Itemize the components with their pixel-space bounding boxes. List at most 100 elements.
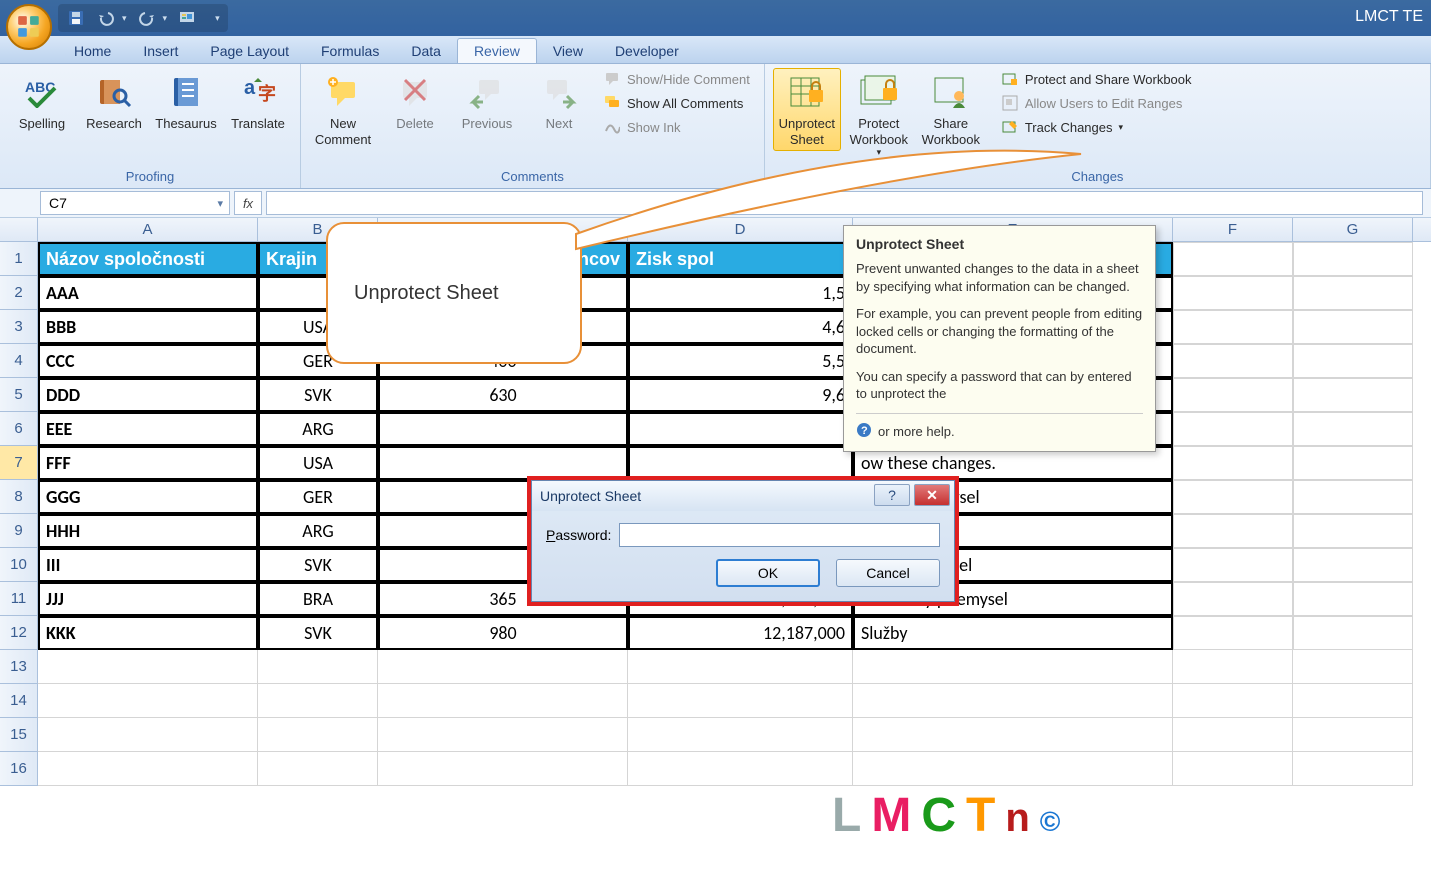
- row-header[interactable]: 8: [0, 480, 38, 514]
- row-header[interactable]: 6: [0, 412, 38, 446]
- qat-item-icon[interactable]: [177, 8, 197, 28]
- cell[interactable]: [1293, 548, 1413, 582]
- cell[interactable]: [1173, 310, 1293, 344]
- cell[interactable]: [628, 650, 853, 684]
- tab-home[interactable]: Home: [58, 39, 127, 63]
- cell[interactable]: [378, 752, 628, 786]
- show-hide-comment-button[interactable]: Show/Hide Comment: [597, 68, 756, 90]
- cell[interactable]: CCC: [38, 344, 258, 378]
- row-header[interactable]: 3: [0, 310, 38, 344]
- cell[interactable]: 5,5: [628, 344, 853, 378]
- col-header-G[interactable]: G: [1293, 218, 1413, 241]
- row-header[interactable]: 1: [0, 242, 38, 276]
- tab-page-layout[interactable]: Page Layout: [194, 39, 305, 63]
- cell[interactable]: 4,6: [628, 310, 853, 344]
- cell[interactable]: BRA: [258, 582, 378, 616]
- cell[interactable]: [628, 752, 853, 786]
- cell[interactable]: SVK: [258, 548, 378, 582]
- cell[interactable]: 1,5: [628, 276, 853, 310]
- cell[interactable]: [258, 752, 378, 786]
- col-header-F[interactable]: F: [1173, 218, 1293, 241]
- tab-insert[interactable]: Insert: [127, 39, 194, 63]
- header-cell[interactable]: Názov spoločnosti: [38, 242, 258, 276]
- tab-data[interactable]: Data: [395, 39, 457, 63]
- cell[interactable]: [38, 752, 258, 786]
- name-box[interactable]: C7: [40, 191, 230, 215]
- cancel-button[interactable]: Cancel: [836, 559, 940, 587]
- thesaurus-button[interactable]: Thesaurus: [152, 68, 220, 136]
- row-header[interactable]: 4: [0, 344, 38, 378]
- tab-view[interactable]: View: [537, 39, 599, 63]
- previous-comment-button[interactable]: Previous: [453, 68, 521, 136]
- cell[interactable]: [1293, 446, 1413, 480]
- cell[interactable]: 9,6: [628, 378, 853, 412]
- cell[interactable]: [1173, 582, 1293, 616]
- cell[interactable]: [1173, 446, 1293, 480]
- cell[interactable]: [1173, 684, 1293, 718]
- cell[interactable]: [1293, 412, 1413, 446]
- cell[interactable]: [1293, 752, 1413, 786]
- tab-review[interactable]: Review: [457, 38, 537, 63]
- cell[interactable]: JJJ: [38, 582, 258, 616]
- row-header[interactable]: 11: [0, 582, 38, 616]
- cell[interactable]: [1293, 242, 1413, 276]
- row-header[interactable]: 5: [0, 378, 38, 412]
- cell[interactable]: 12,187,000: [628, 616, 853, 650]
- cell[interactable]: [628, 412, 853, 446]
- cell[interactable]: [1293, 718, 1413, 752]
- spelling-button[interactable]: ABC Spelling: [8, 68, 76, 136]
- cell[interactable]: [1293, 344, 1413, 378]
- track-changes-button[interactable]: Track Changes ▾: [995, 116, 1198, 138]
- row-header[interactable]: 7: [0, 446, 38, 480]
- cell[interactable]: EEE: [38, 412, 258, 446]
- cell[interactable]: [378, 412, 628, 446]
- cell[interactable]: SVK: [258, 616, 378, 650]
- cell[interactable]: [1173, 548, 1293, 582]
- translate-button[interactable]: a字 Translate: [224, 68, 292, 136]
- cell[interactable]: [378, 684, 628, 718]
- cell[interactable]: [1173, 616, 1293, 650]
- undo-icon[interactable]: [96, 8, 116, 28]
- tab-formulas[interactable]: Formulas: [305, 39, 395, 63]
- cell[interactable]: [1173, 480, 1293, 514]
- unprotect-sheet-button[interactable]: Unprotect Sheet: [773, 68, 841, 151]
- cell[interactable]: KKK: [38, 616, 258, 650]
- row-header[interactable]: 12: [0, 616, 38, 650]
- cell[interactable]: [1173, 718, 1293, 752]
- row-header[interactable]: 15: [0, 718, 38, 752]
- cell[interactable]: USA: [258, 446, 378, 480]
- cell[interactable]: [1173, 344, 1293, 378]
- cell[interactable]: [1173, 242, 1293, 276]
- cell[interactable]: GGG: [38, 480, 258, 514]
- row-header[interactable]: 9: [0, 514, 38, 548]
- dialog-titlebar[interactable]: Unprotect Sheet ? ✕: [532, 481, 954, 511]
- cell[interactable]: [258, 650, 378, 684]
- cell[interactable]: [38, 650, 258, 684]
- cell[interactable]: [1293, 310, 1413, 344]
- cell[interactable]: [1293, 684, 1413, 718]
- cell[interactable]: [1293, 514, 1413, 548]
- cell[interactable]: HHH: [38, 514, 258, 548]
- redo-icon[interactable]: [137, 8, 157, 28]
- cell[interactable]: ARG: [258, 514, 378, 548]
- cell[interactable]: [1293, 276, 1413, 310]
- cell[interactable]: FFF: [38, 446, 258, 480]
- select-all-corner[interactable]: [0, 218, 38, 241]
- share-workbook-button[interactable]: Share Workbook: [917, 68, 985, 151]
- show-all-comments-button[interactable]: Show All Comments: [597, 92, 756, 114]
- cell[interactable]: [258, 718, 378, 752]
- col-header-A[interactable]: A: [38, 218, 258, 241]
- cell[interactable]: 980: [378, 616, 628, 650]
- cell[interactable]: [1293, 616, 1413, 650]
- cell[interactable]: [1293, 378, 1413, 412]
- office-button[interactable]: [6, 4, 52, 50]
- cell[interactable]: [853, 650, 1173, 684]
- password-input[interactable]: [619, 523, 940, 547]
- row-header[interactable]: 13: [0, 650, 38, 684]
- row-header[interactable]: 16: [0, 752, 38, 786]
- cell[interactable]: [1293, 650, 1413, 684]
- row-header[interactable]: 14: [0, 684, 38, 718]
- cell[interactable]: [1173, 752, 1293, 786]
- new-comment-button[interactable]: New Comment: [309, 68, 377, 151]
- cell[interactable]: [1173, 412, 1293, 446]
